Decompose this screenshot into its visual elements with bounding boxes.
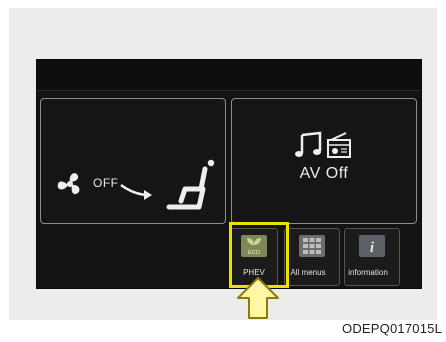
information-button[interactable]: i information	[344, 228, 400, 286]
status-bar	[37, 60, 421, 91]
fan-icon	[57, 173, 80, 195]
all-menus-button[interactable]: All menus	[284, 228, 340, 286]
music-note-icon	[295, 131, 351, 158]
fan-status-text: OFF	[93, 176, 119, 190]
up-arrow-icon	[237, 277, 279, 319]
figure-code: ODEPQ017015L	[342, 321, 442, 336]
svg-text:i: i	[370, 240, 375, 256]
av-status-text: AV Off	[299, 165, 349, 182]
information-label: information	[348, 268, 388, 277]
airflow-seat-icon	[120, 159, 215, 210]
climate-panel[interactable]: OFF	[40, 98, 226, 224]
radio-icon	[327, 132, 351, 158]
grid-icon	[299, 235, 325, 257]
av-panel[interactable]: AV Off	[231, 98, 417, 224]
info-icon: i	[359, 235, 385, 257]
